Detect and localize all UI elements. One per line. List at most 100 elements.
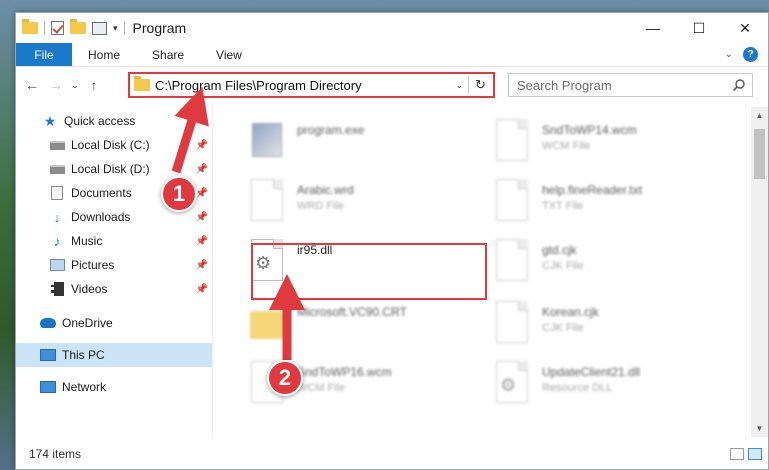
pictures-icon xyxy=(49,258,65,272)
list-item[interactable]: help.fineReader.txt TXT File xyxy=(492,177,732,233)
view-switcher xyxy=(730,448,762,460)
recent-locations-chevron-icon[interactable]: ⌄ xyxy=(68,80,82,91)
downloads-icon: ↓ xyxy=(53,209,61,225)
large-icons-view-icon[interactable] xyxy=(748,448,762,460)
highlight-box-file xyxy=(251,243,487,300)
list-item[interactable]: gtd.cjk CJK File xyxy=(492,237,732,293)
file-name: SndToWP16.wcm xyxy=(297,365,392,379)
drive-icon xyxy=(49,138,65,152)
sidebar-item-label: Local Disk (D:) xyxy=(71,162,150,176)
file-name: SndToWP14.wcm xyxy=(542,123,637,137)
details-view-icon[interactable] xyxy=(730,448,744,460)
file-name: UpdateClient21.dll xyxy=(542,365,641,379)
search-icon[interactable] xyxy=(732,78,746,92)
pin-icon[interactable]: 📌 xyxy=(196,140,208,151)
minimize-button[interactable]: — xyxy=(630,13,676,43)
back-button[interactable]: ← xyxy=(20,77,44,93)
properties-icon[interactable] xyxy=(92,21,107,35)
search-box[interactable]: Search Program xyxy=(508,73,753,97)
pin-icon[interactable]: 📌 xyxy=(196,188,208,199)
document-file-icon xyxy=(492,301,532,349)
step-2-badge: 2 xyxy=(267,360,303,396)
sidebar-item-music[interactable]: ♪ Music 📌 xyxy=(16,229,212,253)
sidebar-item-onedrive[interactable]: OneDrive xyxy=(16,311,212,335)
file-type: WCM File xyxy=(542,140,591,152)
list-item[interactable]: Korean.cjk CJK File xyxy=(492,299,732,355)
vertical-scrollbar[interactable]: ▲ ▼ xyxy=(751,107,768,437)
documents-icon xyxy=(49,186,65,200)
address-bar[interactable]: C:\Program Files\Program Directory ⌄ ↻ xyxy=(128,72,495,98)
sidebar-item-label: Network xyxy=(62,380,107,394)
exe-file-icon xyxy=(247,119,287,167)
folder-icon xyxy=(134,76,150,91)
folder-icon[interactable] xyxy=(22,19,38,34)
tab-file[interactable]: File xyxy=(16,43,72,66)
maximize-button[interactable]: ☐ xyxy=(676,13,722,43)
pin-icon[interactable]: 📌 xyxy=(196,284,208,295)
scroll-thumb[interactable] xyxy=(754,129,765,179)
sidebar-item-label: Local Disk (C:) xyxy=(71,138,150,152)
document-file-icon xyxy=(492,239,532,287)
refresh-button[interactable]: ↻ xyxy=(472,76,489,94)
address-path[interactable]: C:\Program Files\Program Directory xyxy=(155,78,362,93)
list-item[interactable]: program.exe xyxy=(247,117,487,173)
sidebar-item-this-pc[interactable]: This PC xyxy=(16,343,212,367)
properties-check-icon[interactable] xyxy=(51,21,64,35)
pin-icon[interactable]: 📌 xyxy=(196,260,208,271)
expand-ribbon-chevron-icon[interactable]: ⌄ xyxy=(725,49,733,60)
customize-toolbar-chevron-icon[interactable]: ▾ xyxy=(113,23,118,34)
scroll-up-button[interactable]: ▲ xyxy=(751,107,768,124)
file-name: Microsoft.VC90.CRT xyxy=(297,305,407,319)
toolbar-separator xyxy=(44,21,45,35)
file-name: program.exe xyxy=(297,123,365,137)
file-name: Korean.cjk xyxy=(542,305,599,319)
pin-icon[interactable]: 📌 xyxy=(196,236,208,247)
folder-icon xyxy=(247,301,287,349)
file-type: CJK File xyxy=(542,260,584,272)
sidebar-item-local-disk-c[interactable]: Local Disk (C:) 📌 xyxy=(16,133,212,157)
address-divider xyxy=(468,76,469,94)
sidebar-item-quick-access[interactable]: ★ Quick access xyxy=(16,109,212,133)
tab-home[interactable]: Home xyxy=(72,43,136,66)
list-item[interactable]: SndToWP14.wcm WCM File xyxy=(492,117,732,173)
close-button[interactable]: ✕ xyxy=(722,13,768,43)
forward-button[interactable]: → xyxy=(44,77,68,93)
sidebar-item-label: OneDrive xyxy=(62,316,113,330)
videos-icon xyxy=(49,282,65,296)
sidebar-item-pictures[interactable]: Pictures 📌 xyxy=(16,253,212,277)
file-name: gtd.cjk xyxy=(542,243,577,257)
new-folder-icon[interactable] xyxy=(70,19,86,34)
title-bar: ▾ Program — ☐ ✕ xyxy=(16,13,768,43)
pin-icon[interactable]: 📌 xyxy=(196,212,208,223)
list-item[interactable]: ⚙ UpdateClient21.dll Resource DLL xyxy=(492,359,732,415)
address-dropdown-chevron-icon[interactable]: ⌄ xyxy=(455,80,463,91)
onedrive-icon xyxy=(40,316,56,330)
file-name: help.fineReader.txt xyxy=(542,183,643,197)
scroll-down-button[interactable]: ▼ xyxy=(751,420,768,437)
sidebar-item-label: Videos xyxy=(71,282,108,296)
window-controls: — ☐ ✕ xyxy=(630,13,768,43)
tab-view[interactable]: View xyxy=(200,43,258,66)
sidebar-item-network[interactable]: Network xyxy=(16,375,212,399)
document-file-icon xyxy=(492,119,532,167)
sidebar-item-label: Documents xyxy=(71,186,132,200)
list-item[interactable]: Microsoft.VC90.CRT xyxy=(247,299,487,355)
list-item[interactable]: Arabic.wrd WRD File xyxy=(247,177,487,233)
item-count: 174 items xyxy=(29,447,82,461)
navigation-pane: ★ Quick access Local Disk (C:) 📌 Local D… xyxy=(16,107,212,437)
help-button[interactable]: ? xyxy=(743,47,758,62)
document-file-icon xyxy=(492,179,532,227)
network-icon xyxy=(40,380,56,394)
window-title: Program xyxy=(132,20,187,36)
up-button[interactable]: ↑ xyxy=(82,77,106,93)
pane-divider[interactable] xyxy=(212,107,213,437)
file-type: Resource DLL xyxy=(542,382,613,394)
file-name: Arabic.wrd xyxy=(297,183,354,197)
tab-share[interactable]: Share xyxy=(136,43,200,66)
sidebar-item-videos[interactable]: Videos 📌 xyxy=(16,277,212,301)
pin-icon[interactable]: 📌 xyxy=(196,164,208,175)
search-input[interactable]: Search Program xyxy=(517,78,612,93)
file-type: CJK File xyxy=(542,322,584,334)
status-bar: 174 items xyxy=(16,437,768,469)
document-file-icon xyxy=(247,179,287,227)
